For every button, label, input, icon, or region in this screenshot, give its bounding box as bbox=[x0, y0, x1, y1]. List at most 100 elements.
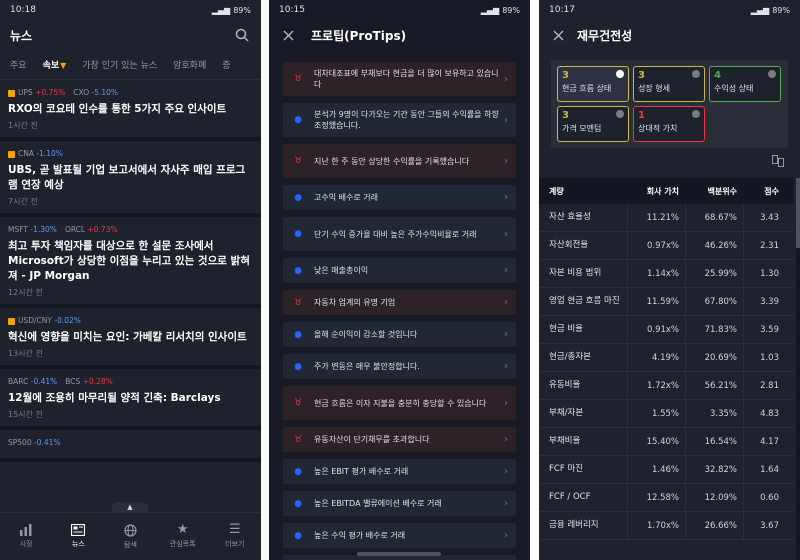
compare-icon[interactable] bbox=[772, 152, 784, 171]
expand-handle[interactable]: ▲ bbox=[112, 502, 148, 512]
check-icon bbox=[616, 70, 624, 78]
ticker-chip[interactable]: MSFT -1.30% bbox=[8, 225, 57, 234]
table-cell: 1.30 bbox=[743, 260, 787, 287]
bear-icon: ● bbox=[294, 192, 302, 203]
ticker-chip[interactable]: ORCL +0.73% bbox=[65, 225, 118, 234]
table-row: FCF 마진 1.46% 32.82% 1.64 bbox=[539, 456, 794, 484]
protip-text: 단기 수익 증가율 대비 높은 주가수익비율로 거래 bbox=[314, 229, 477, 239]
protip-item[interactable]: ● 주가 변동은 매우 불안정합니다. › bbox=[283, 354, 516, 379]
table-cell: 자산 효율성 bbox=[549, 212, 591, 222]
score-label: 상대적 가치 bbox=[638, 124, 678, 133]
score-card[interactable]: 3 가격 모멘텀 bbox=[557, 106, 629, 142]
table-cell: 자본 비용 범위 bbox=[549, 268, 602, 278]
news-time: 13시간 전 bbox=[8, 349, 43, 358]
protip-text: 분석가 9명이 다가오는 기간 동안 그들의 수익률을 하향 조정했습니다. bbox=[314, 110, 499, 130]
protip-item[interactable]: ● 높은 EBITDA 밸류에이션 배수로 거래 › bbox=[283, 491, 516, 516]
protip-item[interactable]: ♉ 현금 흐름은 이자 지불을 충분히 충당할 수 있습니다 › bbox=[283, 386, 516, 420]
protip-text: 대차대조표에 부채보다 현금을 더 많이 보유하고 있습니다 bbox=[314, 69, 499, 89]
nav-markets[interactable]: 시장 bbox=[2, 524, 50, 549]
protip-item[interactable]: ● 올해 순이익이 감소할 것입니다 › bbox=[283, 322, 516, 347]
battery-level: 89% bbox=[233, 5, 251, 15]
table-row: 영업 현금 흐름 마진 11.59% 67.80% 3.39 bbox=[539, 288, 794, 316]
table-row: 자본 비용 범위 1.14x% 25.99% 1.30 bbox=[539, 260, 794, 288]
score-label: 수익성 상태 bbox=[714, 84, 754, 93]
chart-icon bbox=[20, 524, 32, 536]
protip-item[interactable]: ● 낮은 매출총이익 › bbox=[283, 258, 516, 283]
table-cell: 부채/자본 bbox=[549, 408, 584, 418]
close-icon[interactable] bbox=[549, 26, 567, 44]
news-item[interactable]: SP500 -0.41% bbox=[0, 430, 261, 462]
tab-breaking[interactable]: 속보▼ bbox=[43, 58, 67, 71]
table-cell: 3.43 bbox=[743, 204, 787, 231]
table-cell: 현금 비율 bbox=[549, 324, 583, 334]
bull-icon: ♉ bbox=[293, 74, 303, 84]
chevron-right-icon: › bbox=[504, 265, 508, 276]
tab-stocks[interactable]: 증 bbox=[222, 58, 230, 71]
nav-more[interactable]: ☰ 더보기 bbox=[211, 523, 259, 549]
nav-watchlist[interactable]: ★ 관심목록 bbox=[159, 523, 207, 549]
protip-item[interactable]: ● 단기 수익 증가율 대비 높은 주가수익비율로 거래 › bbox=[283, 217, 516, 251]
status-bar: 10:15 ▂▄▆ 89% bbox=[269, 0, 530, 20]
protip-text: 자동차 업계의 유명 기업 bbox=[314, 298, 396, 307]
protip-item[interactable]: ● 분석가 9명이 다가오는 기간 동안 그들의 수익률을 하향 조정했습니다. › bbox=[283, 103, 516, 137]
news-headline: 혁신에 영향을 미치는 요인: 가베칼 리서치의 인사이트 bbox=[8, 331, 247, 343]
chevron-right-icon: › bbox=[504, 73, 508, 85]
table-cell: 16.54% bbox=[685, 428, 743, 455]
score-card[interactable]: 4 수익성 상태 bbox=[709, 66, 781, 102]
nav-explore[interactable]: 탐색 bbox=[106, 523, 154, 550]
metrics-table: 계량 회사 가치 백분위수 점수 자산 효율성 11.21% 68.67% 3.43 자… bbox=[539, 178, 794, 540]
table-cell: 11.59% bbox=[627, 288, 685, 315]
top-bar: 뉴스 bbox=[0, 20, 261, 50]
scrollbar-thumb[interactable] bbox=[796, 178, 800, 248]
tab-popular[interactable]: 가장 인기 있는 뉴스 bbox=[82, 58, 157, 71]
table-row: FCF / OCF 12.58% 12.09% 0.60 bbox=[539, 484, 794, 512]
protip-item[interactable]: ● 고수익 배수로 거래 › bbox=[283, 185, 516, 210]
score-card[interactable]: 1 상대적 가치 bbox=[633, 106, 705, 142]
status-bar: 10:18 ▂▄▆ 89% bbox=[0, 0, 261, 20]
scrollbar[interactable] bbox=[796, 178, 800, 560]
close-icon[interactable] bbox=[279, 26, 297, 44]
protip-item[interactable]: ♉ 대차대조표에 부채보다 현금을 더 많이 보유하고 있습니다 › bbox=[283, 62, 516, 96]
flame-icon: ▼ bbox=[60, 61, 67, 70]
battery-level: 89% bbox=[502, 5, 520, 15]
tab-top[interactable]: 주요 bbox=[10, 58, 27, 71]
source-logo-icon bbox=[8, 317, 15, 325]
status-time: 10:18 bbox=[10, 5, 36, 15]
ticker-chip[interactable]: SP500 -0.41% bbox=[8, 438, 61, 447]
page-title: 프로팁(ProTips) bbox=[311, 28, 407, 43]
signal-icon: ▂▄▆ bbox=[211, 5, 231, 15]
bear-icon: ● bbox=[294, 466, 302, 477]
score-card[interactable]: 3 현금 흐름 상태 bbox=[557, 66, 629, 102]
ticker-chip[interactable]: CXO -5.10% bbox=[73, 88, 118, 97]
table-cell: 1.70x% bbox=[627, 512, 685, 539]
table-cell: 1.64 bbox=[743, 456, 787, 483]
protip-item[interactable]: ● 높은 EBIT 평가 배수로 거래 › bbox=[283, 459, 516, 484]
score-card[interactable]: 3 성장 형세 bbox=[633, 66, 705, 102]
protip-item[interactable]: ♉ 자동차 업계의 유명 기업 › bbox=[283, 290, 516, 315]
bear-icon: ● bbox=[294, 229, 302, 239]
news-item[interactable]: BARC -0.41% BCS +0.28% 12월에 조용히 마무리될 양적 긴축… bbox=[0, 369, 261, 430]
protip-text: 고수익 배수로 거래 bbox=[314, 193, 378, 202]
ticker-chip[interactable]: USD/CNY -0.02% bbox=[8, 316, 81, 325]
ticker-chip[interactable]: UPS +0.75% bbox=[8, 88, 65, 97]
ticker-chip[interactable]: CNA -1.10% bbox=[8, 149, 63, 158]
score-label: 성장 형세 bbox=[638, 84, 670, 93]
table-cell: 0.91x% bbox=[627, 316, 685, 343]
protip-item[interactable]: ♉ 유동자산이 단기채무를 초과합니다 › bbox=[283, 427, 516, 452]
table-cell: 1.14x% bbox=[627, 260, 685, 287]
news-item[interactable]: UPS +0.75% CXO -5.10% RXO의 코요테 인수를 통한 5가지 … bbox=[0, 80, 261, 141]
table-cell: 11.21% bbox=[627, 204, 685, 231]
news-item[interactable]: CNA -1.10% UBS, 곧 발표될 기업 보고서에서 자사주 매입 프로그… bbox=[0, 141, 261, 217]
bull-icon: ♉ bbox=[293, 297, 303, 308]
news-item[interactable]: USD/CNY -0.02% 혁신에 영향을 미치는 요인: 가베칼 리서치의 인… bbox=[0, 308, 261, 369]
search-icon[interactable] bbox=[233, 26, 251, 44]
score-value: 3 bbox=[562, 110, 569, 121]
tab-crypto[interactable]: 암호화폐 bbox=[173, 58, 206, 71]
ticker-chip[interactable]: BARC -0.41% bbox=[8, 377, 57, 386]
ticker-chip[interactable]: BCS +0.28% bbox=[65, 377, 113, 386]
protip-item[interactable]: ● 높은 수익 평가 배수로 거래 › bbox=[283, 523, 516, 548]
chevron-right-icon: › bbox=[504, 466, 508, 477]
protip-item[interactable]: ♉ 지난 한 주 동안 상당한 수익률을 기록했습니다 › bbox=[283, 144, 516, 178]
news-item[interactable]: MSFT -1.30% ORCL +0.73% 최고 투자 책임자를 대상으로 한 … bbox=[0, 217, 261, 308]
nav-news[interactable]: 뉴스 bbox=[54, 524, 102, 549]
